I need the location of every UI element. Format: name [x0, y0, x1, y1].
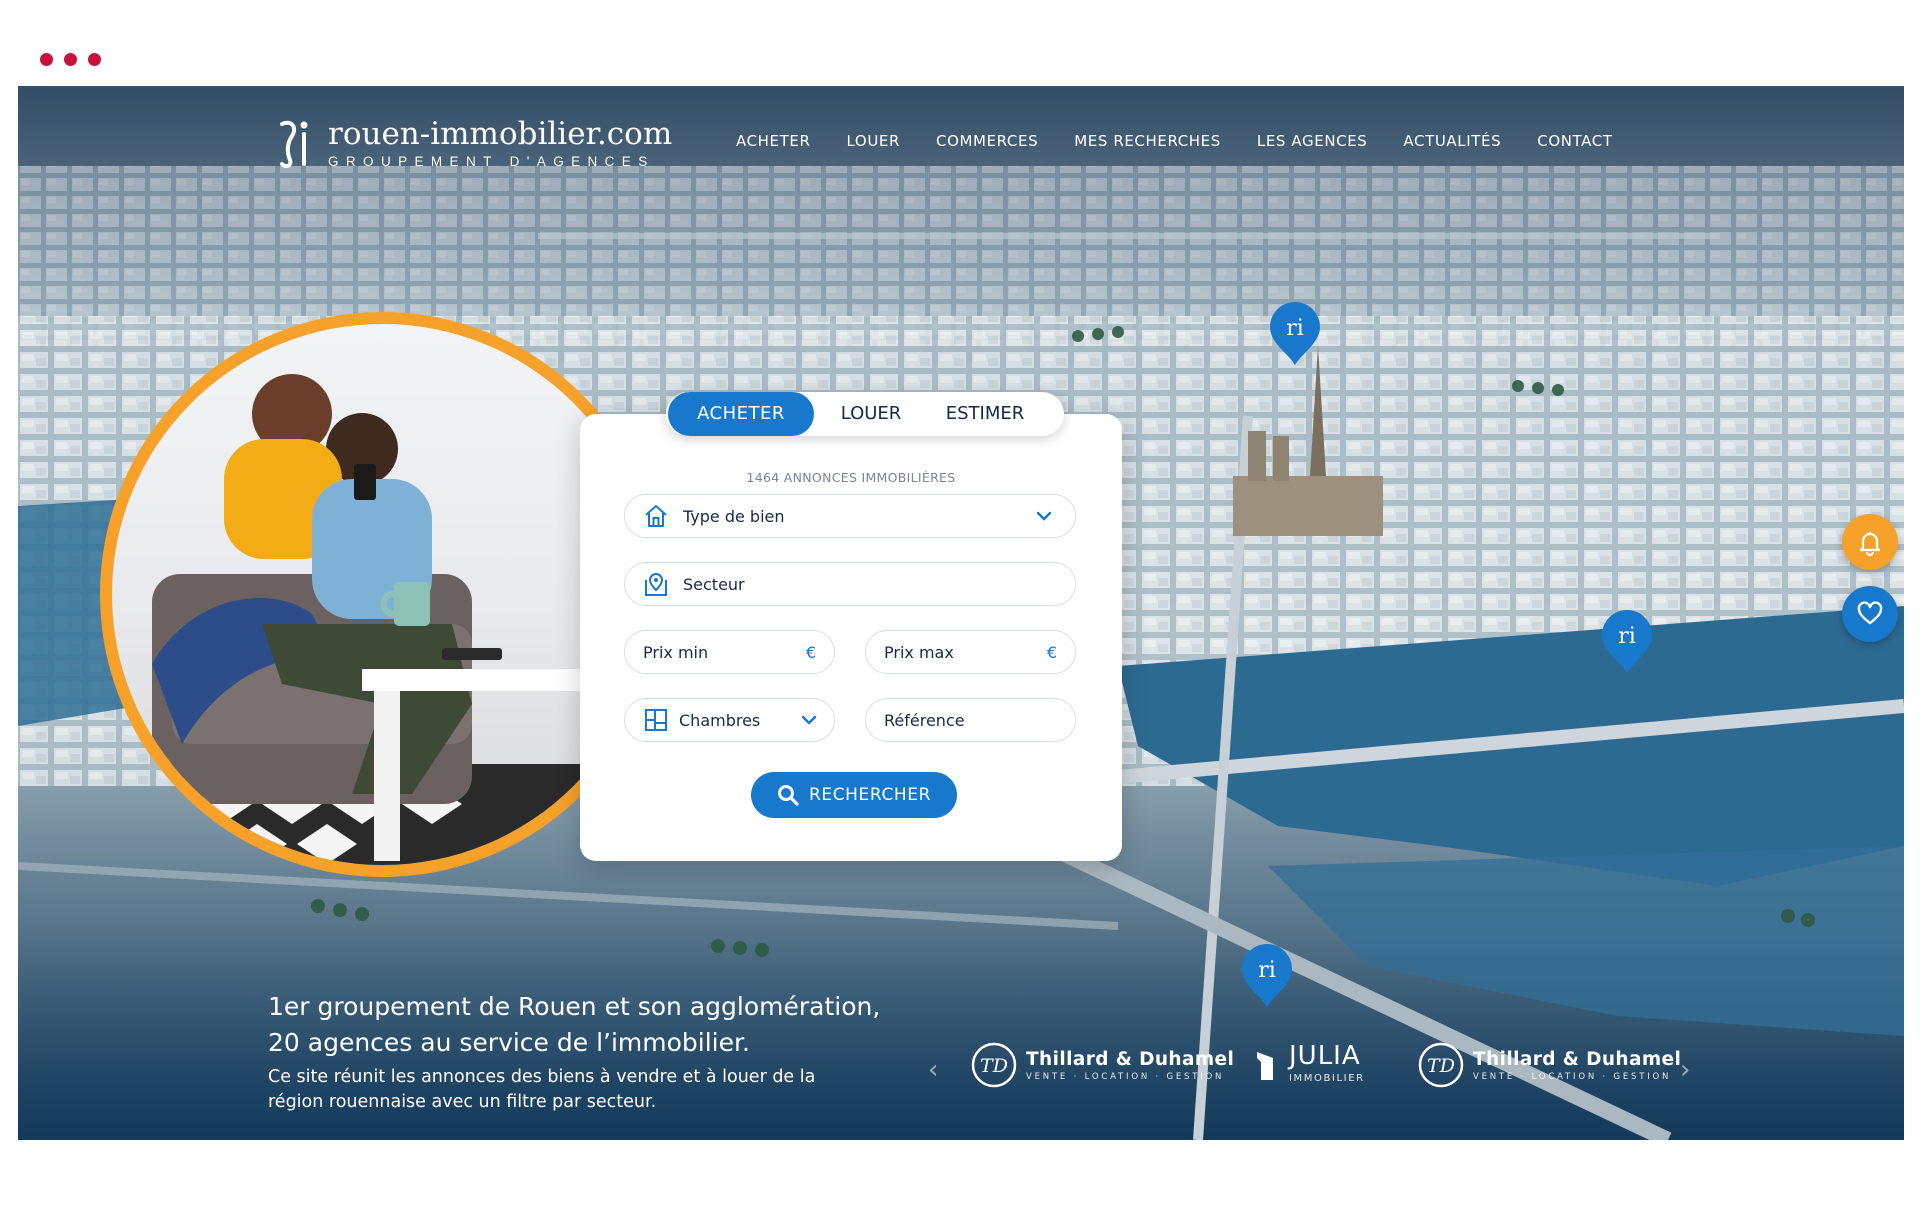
partner-logo-3[interactable]: TD Thillard & Duhamel VENTE · LOCATION ·…: [1417, 1041, 1681, 1089]
logo-title: rouen-immobilier.com: [328, 115, 673, 152]
hero-description: Ce site réunit les annonces des biens à …: [268, 1065, 908, 1115]
property-type-select[interactable]: Type de bien: [624, 494, 1076, 538]
sector-field[interactable]: Secteur: [624, 562, 1076, 606]
search-button-label: RECHERCHER: [808, 785, 932, 805]
nav-les-agences[interactable]: LES AGENCES: [1257, 132, 1368, 150]
price-max-field[interactable]: Prix max €: [865, 630, 1076, 674]
bell-icon: [1859, 532, 1881, 557]
tab-estimer[interactable]: ESTIMER: [922, 392, 1048, 436]
carousel-prev-arrow[interactable]: ‹: [928, 1055, 938, 1085]
tagline-line-1: 1er groupement de Rouen et son aggloméra…: [268, 992, 881, 1021]
partner-carousel: ‹ TD Thillard & Duhamel VENTE · LOCATION…: [920, 1041, 1740, 1101]
agency-pin-2[interactable]: ri: [1600, 609, 1654, 675]
tagline-line-2: 20 agences au service de l’immobilier.: [268, 1028, 750, 1057]
carousel-next-arrow[interactable]: ›: [1680, 1055, 1690, 1085]
nav-mes-recherches[interactable]: MES RECHERCHES: [1074, 132, 1221, 150]
agency-pin-1[interactable]: ri: [1268, 301, 1322, 367]
svg-text:ri: ri: [1258, 958, 1276, 983]
logo-mark-icon: [280, 120, 308, 169]
partner-logo-2[interactable]: JULIA IMMOBILIER: [1255, 1041, 1365, 1084]
main-nav: ACHETER LOUER COMMERCES MES RECHERCHES L…: [736, 132, 1649, 150]
logo-subtitle: GROUPEMENT D'AGENCES: [328, 153, 655, 169]
chevron-down-icon: [801, 715, 817, 725]
search-button[interactable]: RECHERCHER: [751, 772, 957, 818]
bedrooms-label: Chambres: [679, 710, 761, 730]
partner-3-sub: VENTE · LOCATION · GESTION: [1473, 1071, 1672, 1082]
home-icon: [645, 505, 667, 527]
partner-2-name: JULIA: [1289, 1041, 1361, 1071]
svg-text:TD: TD: [1427, 1055, 1455, 1077]
heart-icon: [1857, 601, 1883, 625]
listing-count: 1464 ANNONCES IMMOBILIÈRES: [746, 470, 956, 485]
floorplan-icon: [645, 709, 667, 731]
bedrooms-select[interactable]: Chambres: [624, 698, 835, 742]
td-logo-icon: TD: [971, 1042, 1017, 1088]
alert-button[interactable]: [1842, 514, 1898, 570]
tab-acheter[interactable]: ACHETER: [668, 392, 814, 436]
price-min-label: Prix min: [643, 642, 709, 662]
currency-symbol: €: [1046, 642, 1057, 662]
partner-3-name: Thillard & Duhamel: [1473, 1048, 1682, 1070]
nav-actualites[interactable]: ACTUALITÉS: [1403, 132, 1501, 150]
window-dot-3[interactable]: [88, 53, 101, 66]
page-viewport: rouen-immobilier.com GROUPEMENT D'AGENCE…: [18, 86, 1904, 1140]
chevron-down-icon: [1036, 511, 1052, 521]
window-controls: [40, 53, 101, 66]
partner-logo-1[interactable]: TD Thillard & Duhamel VENTE · LOCATION ·…: [970, 1041, 1234, 1089]
reference-label: Référence: [884, 710, 965, 730]
partner-2-sub: IMMOBILIER: [1289, 1073, 1365, 1084]
reference-field[interactable]: Référence: [865, 698, 1076, 742]
julia-logo-icon: [1257, 1051, 1273, 1080]
svg-text:TD: TD: [980, 1055, 1008, 1077]
search-tabs: ACHETER LOUER ESTIMER: [666, 392, 1064, 436]
hero-tagline: 1er groupement de Rouen et son aggloméra…: [268, 989, 908, 1061]
svg-text:ri: ri: [1618, 624, 1636, 649]
nav-acheter[interactable]: ACHETER: [736, 132, 811, 150]
map-pin-icon: [645, 573, 667, 596]
description-line-2: région rouennaise avec un filtre par sec…: [268, 1092, 657, 1112]
search-icon: [777, 785, 799, 806]
partner-1-name: Thillard & Duhamel: [1026, 1048, 1235, 1070]
nav-louer[interactable]: LOUER: [847, 132, 901, 150]
nav-contact[interactable]: CONTACT: [1537, 132, 1612, 150]
svg-text:ri: ri: [1286, 316, 1304, 341]
description-line-1: Ce site réunit les annonces des biens à …: [268, 1067, 816, 1087]
price-min-field[interactable]: Prix min €: [624, 630, 835, 674]
price-max-label: Prix max: [884, 642, 954, 662]
td-logo-icon: TD: [1418, 1042, 1464, 1088]
property-type-label: Type de bien: [683, 506, 785, 526]
agency-pin-3[interactable]: ri: [1240, 943, 1294, 1009]
couple-illustration: [112, 374, 653, 865]
site-logo[interactable]: rouen-immobilier.com GROUPEMENT D'AGENCE…: [276, 116, 672, 170]
window-dot-1[interactable]: [40, 53, 53, 66]
tab-louer[interactable]: LOUER: [826, 392, 916, 436]
window-dot-2[interactable]: [64, 53, 77, 66]
favorites-button[interactable]: [1842, 586, 1898, 642]
partner-1-sub: VENTE · LOCATION · GESTION: [1026, 1071, 1225, 1082]
currency-symbol: €: [805, 642, 816, 662]
sector-label: Secteur: [683, 574, 745, 594]
nav-commerces[interactable]: COMMERCES: [936, 132, 1038, 150]
search-card: 1464 ANNONCES IMMOBILIÈRES Type de bien …: [580, 414, 1122, 861]
